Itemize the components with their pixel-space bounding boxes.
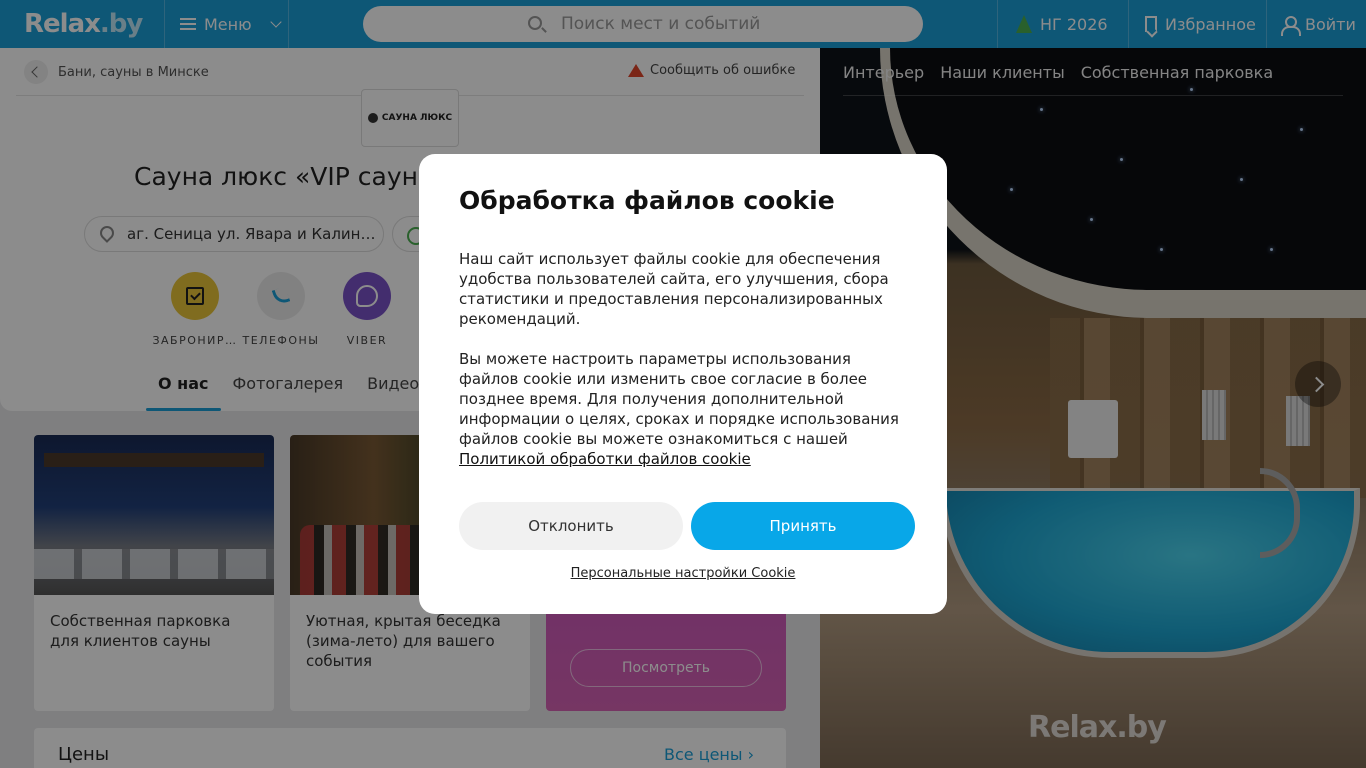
personal-settings-link[interactable]: Персональные настройки Cookie: [419, 566, 947, 581]
cookie-dialog: Обработка файлов cookie Наш сайт использ…: [419, 154, 947, 614]
decline-button[interactable]: Отклонить: [459, 502, 683, 550]
cookie-text-2: Вы можете настроить параметры использова…: [459, 350, 899, 468]
cookie-title: Обработка файлов cookie: [459, 186, 835, 215]
cookie-buttons: Отклонить Принять: [459, 502, 915, 550]
cookie-text-1: Наш сайт использует файлы cookie для обе…: [459, 250, 889, 328]
cookie-policy-link[interactable]: Политикой обработки файлов cookie: [459, 450, 751, 468]
accept-button[interactable]: Принять: [691, 502, 915, 550]
